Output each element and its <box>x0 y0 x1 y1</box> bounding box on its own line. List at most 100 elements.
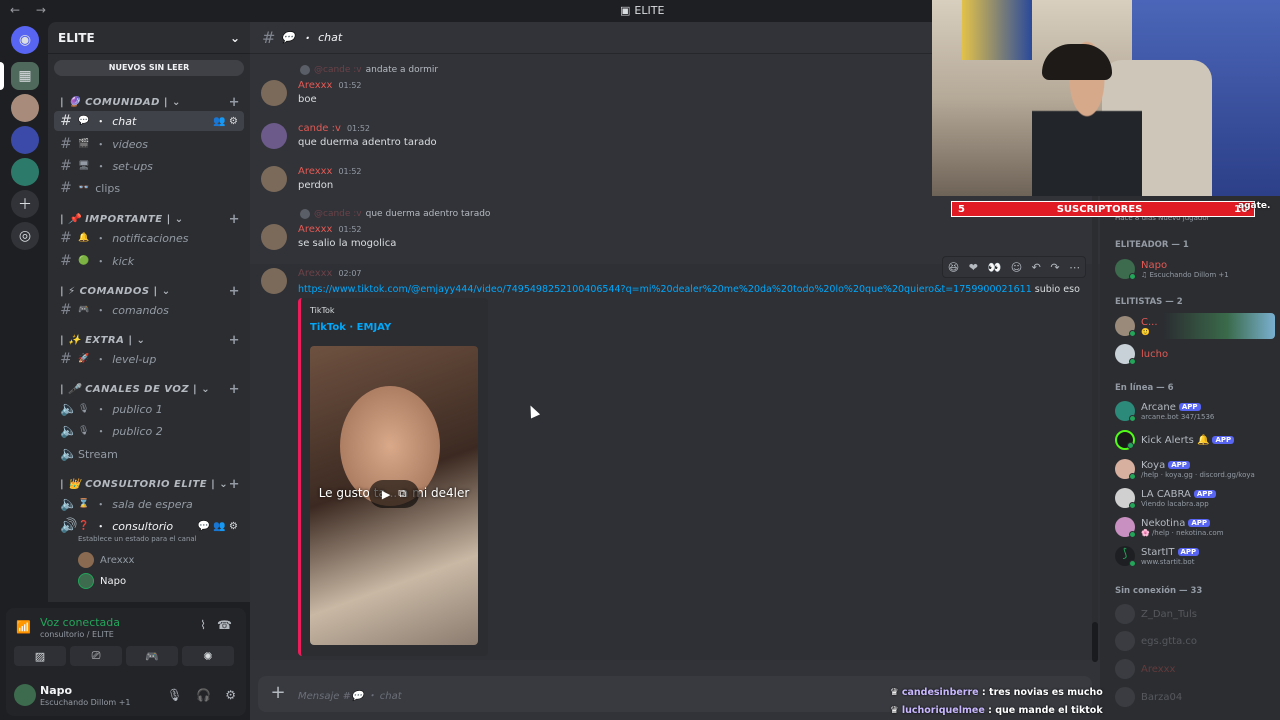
message-actions-toolbar: 😆 ❤ 👀 ☺ ↶ ↷ ⋯ <box>942 256 1086 278</box>
add-channel-icon[interactable]: + <box>229 477 240 492</box>
rocket-icon: 🚀 <box>78 354 90 364</box>
voice-status-channel[interactable]: consultorio / ELITE <box>40 630 114 639</box>
reply-preview[interactable]: @cande :v que duerma adentro tarado <box>300 209 490 219</box>
member-item[interactable]: Arexxx <box>1115 656 1275 682</box>
channel-notificaciones[interactable]: # 🔔 ・ notificaciones <box>54 228 244 248</box>
screen-share-button[interactable]: ⎚ <box>70 646 122 666</box>
voice-user[interactable]: Napo <box>78 573 126 589</box>
member-item[interactable]: Kick Alerts 🔔 APP <box>1115 427 1275 453</box>
avatar[interactable] <box>14 684 36 706</box>
category-comandos[interactable]: | ⚡ COMANDOS | ⌄ + <box>60 284 240 299</box>
member-item[interactable]: Arcane APP arcane.bot 347/1536 <box>1115 398 1275 424</box>
add-channel-icon[interactable]: + <box>229 212 240 227</box>
hash-icon: # <box>60 136 72 152</box>
voice-channel-stream[interactable]: 🔈 Stream <box>54 444 244 464</box>
channel-status-hint[interactable]: Establece un estado para el canal <box>78 535 197 543</box>
forward-icon[interactable]: ↷ <box>1050 261 1059 274</box>
headphones-icon[interactable]: 🎧 <box>196 688 211 702</box>
member-item[interactable]: lucho <box>1115 341 1275 367</box>
channel-settings-icons[interactable]: 👥 ⚙ <box>213 116 238 127</box>
microphone-icon[interactable]: 🎙 <box>167 688 182 702</box>
avatar[interactable] <box>261 268 287 294</box>
channel-clips[interactable]: # 👓 clips <box>54 178 244 198</box>
category-consultorio[interactable]: | 👑 CONSULTORIO ELITE | ⌄ + <box>60 477 240 492</box>
add-channel-icon[interactable]: + <box>229 95 240 110</box>
channel-set-ups[interactable]: # 🖥 ・ set-ups <box>54 156 244 176</box>
message-text: perdon <box>298 180 334 191</box>
user-name[interactable]: Napo <box>40 684 72 697</box>
voice-user[interactable]: Arexxx <box>78 552 134 568</box>
member-item[interactable]: egs.gtta.co <box>1115 628 1275 654</box>
channel-kick[interactable]: # 🟢 ・ kick <box>54 251 244 271</box>
open-external-icon: ⧉ <box>398 487 407 500</box>
member-item[interactable]: C... 🙂 <box>1115 313 1275 339</box>
voice-channel-consultorio[interactable]: 🔊 ❓ ・ consultorio 💬 👥 ⚙ <box>54 516 244 536</box>
server-icon-4[interactable] <box>11 158 39 186</box>
disconnect-icon[interactable]: ☎ <box>217 618 232 632</box>
category-canales-de-voz[interactable]: | 🎤 CANALES DE VOZ | ⌄ + <box>60 382 240 397</box>
hourglass-icon: ⌛ <box>78 499 90 509</box>
camera-off-button[interactable]: ▨ <box>14 646 66 666</box>
member-item[interactable]: LA CABRA APP Viendo lacabra.app <box>1115 485 1275 511</box>
category-importante[interactable]: | 📌 IMPORTANTE | ⌄ + <box>60 212 240 227</box>
activities-button[interactable]: 🎮 <box>126 646 178 666</box>
category-comunidad[interactable]: | 🔮 COMUNIDAD | ⌄ + <box>60 95 240 110</box>
add-server-icon[interactable]: ＋ <box>11 190 39 218</box>
grin-emoji-button[interactable]: 😆 <box>948 261 959 274</box>
guild-header[interactable]: ELITE ⌄ <box>48 22 250 54</box>
discord-home-icon[interactable]: ◉ <box>11 26 39 54</box>
app-badge: APP <box>1178 403 1201 411</box>
voice-channel-tools[interactable]: 💬 👥 ⚙ <box>198 521 238 532</box>
server-icon-3[interactable] <box>11 126 39 154</box>
add-channel-icon[interactable]: + <box>229 333 240 348</box>
server-icon-2[interactable] <box>11 94 39 122</box>
add-attachment-icon[interactable]: + <box>268 684 288 704</box>
noise-suppression-icon[interactable]: ⌇ <box>200 618 206 632</box>
member-item[interactable]: Nekotina APP 🌸 /help · nekotina.com <box>1115 514 1275 540</box>
avatar[interactable] <box>261 123 287 149</box>
embed-title[interactable]: TikTok · EMJAY <box>310 322 391 333</box>
voice-status-title[interactable]: Voz conectada <box>40 616 120 629</box>
member-item[interactable]: Z_Dan_Tuls <box>1115 601 1275 627</box>
gear-icon[interactable]: ⚙ <box>225 688 236 702</box>
discover-icon[interactable]: ◎ <box>11 222 39 250</box>
member-item[interactable]: ⟆ StartIT APP www.startit.bot <box>1115 543 1275 569</box>
tiktok-link[interactable]: https://www.tiktok.com/@emjayy444/video/… <box>298 284 1080 295</box>
avatar <box>1115 517 1136 538</box>
video-thumbnail[interactable]: Le gusto ta... a mi de4ler ▶⧉ <box>310 346 478 645</box>
composer-placeholder[interactable]: Mensaje #💬 ・ chat <box>298 687 402 702</box>
member-item[interactable]: Koya APP/help · koya.gg · discord.gg/koya <box>1115 456 1275 482</box>
voice-channel-publico-2[interactable]: 🔈 🎙 ・ publico 2 <box>54 421 244 441</box>
more-icon[interactable]: ⋯ <box>1069 261 1080 274</box>
message-author[interactable]: Arexxx 01:52 <box>298 166 362 177</box>
avatar[interactable] <box>261 224 287 250</box>
channel-comandos[interactable]: # 🎮 ・ comandos <box>54 300 244 320</box>
channel-level-up[interactable]: # 🚀 ・ level-up <box>54 349 244 369</box>
scrollbar-thumb[interactable] <box>1092 622 1098 662</box>
voice-channel-sala-de-espera[interactable]: 🔈 ⌛ ・ sala de espera <box>54 494 244 514</box>
add-channel-icon[interactable]: + <box>229 284 240 299</box>
add-reaction-icon[interactable]: ☺ <box>1011 261 1022 274</box>
message-author[interactable]: Arexxx 01:52 <box>298 224 362 235</box>
heart-emoji-button[interactable]: ❤ <box>969 261 978 274</box>
channel-videos[interactable]: # 🎬 ・ videos <box>54 134 244 154</box>
avatar[interactable] <box>261 80 287 106</box>
play-button[interactable]: ▶ ⧉ <box>369 480 419 508</box>
member-item[interactable]: Napo ♫ Escuchando Dillom +1 <box>1115 256 1275 282</box>
member-item[interactable]: Barza04 <box>1115 684 1275 710</box>
soundboard-button[interactable]: ✺ <box>182 646 234 666</box>
channel-chat[interactable]: # 💬 ・ chat 👥 ⚙ <box>54 111 244 131</box>
message-author[interactable]: Arexxx 01:52 <box>298 80 362 91</box>
add-channel-icon[interactable]: + <box>229 382 240 397</box>
unread-pill[interactable]: NUEVOS SIN LEER <box>54 60 244 76</box>
nav-arrows[interactable]: ← → <box>10 3 52 17</box>
message-author[interactable]: Arexxx 02:07 <box>298 268 362 279</box>
server-elite-icon[interactable]: ▦ <box>11 62 39 90</box>
category-extra[interactable]: | ✨ EXTRA | ⌄ + <box>60 333 240 348</box>
reply-preview[interactable]: @cande :v andate a dormir <box>300 65 438 75</box>
voice-channel-publico-1[interactable]: 🔈 🎙 ・ publico 1 <box>54 399 244 419</box>
reply-icon[interactable]: ↶ <box>1032 261 1041 274</box>
avatar[interactable] <box>261 166 287 192</box>
message-author[interactable]: cande :v 01:52 <box>298 123 370 134</box>
eyes-emoji-button[interactable]: 👀 <box>987 261 1001 274</box>
